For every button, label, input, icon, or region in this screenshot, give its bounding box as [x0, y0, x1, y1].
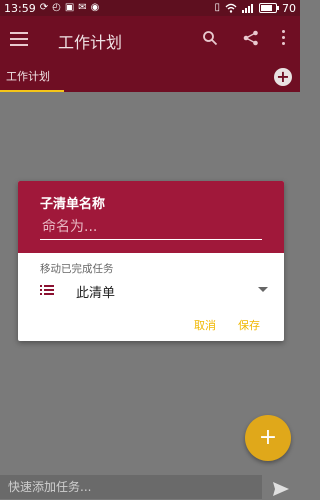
- battery-icon: [259, 3, 279, 13]
- status-right: ▯ 70: [214, 2, 296, 15]
- android-icon: ◉: [90, 2, 100, 13]
- list-icon: [40, 285, 56, 297]
- app-title: 工作计划: [58, 33, 123, 52]
- status-left: 13:59 ⟳ ◴ ▣ ✉ ◉: [4, 2, 99, 15]
- tab-bar: 工作计划 +: [0, 62, 300, 92]
- status-bar: 13:59 ⟳ ◴ ▣ ✉ ◉ ▯ 70: [0, 0, 300, 16]
- save-button[interactable]: 保存: [238, 317, 260, 333]
- search-icon[interactable]: [202, 30, 218, 46]
- add-task-fab[interactable]: +: [245, 415, 291, 461]
- cancel-button[interactable]: 取消: [194, 317, 216, 333]
- move-completed-label: 移动已完成任务: [40, 263, 114, 275]
- add-list-icon[interactable]: +: [274, 68, 292, 86]
- share-icon[interactable]: [243, 30, 259, 46]
- app-bar: 工作计划: [0, 16, 300, 62]
- status-time: 13:59: [4, 1, 36, 15]
- image-icon: ▣: [64, 2, 75, 13]
- tab-work-plan[interactable]: 工作计划: [6, 68, 50, 84]
- dialog-header: 子清单名称: [18, 181, 284, 253]
- send-icon[interactable]: [272, 481, 290, 497]
- battery-level: 70: [282, 1, 296, 15]
- sublist-name-dialog: 子清单名称 移动已完成任务 此清单 取消 保存: [18, 181, 284, 341]
- quick-add-task-input[interactable]: [0, 475, 262, 499]
- menu-icon[interactable]: [10, 32, 28, 46]
- list-select-value[interactable]: 此清单: [76, 282, 115, 301]
- dialog-title: 子清单名称: [40, 197, 106, 212]
- tab-indicator: [0, 90, 64, 92]
- more-vert-icon[interactable]: [280, 30, 286, 46]
- dropdown-arrow-icon[interactable]: [258, 287, 268, 292]
- notification-icon: ◴: [52, 2, 61, 13]
- wifi-icon: [225, 3, 237, 13]
- mail-icon: ✉: [78, 2, 87, 13]
- sync-icon: ⟳: [39, 2, 49, 13]
- sublist-name-input[interactable]: [40, 215, 262, 240]
- vibrate-icon: ▯: [214, 2, 220, 13]
- signal-icon: [242, 4, 253, 13]
